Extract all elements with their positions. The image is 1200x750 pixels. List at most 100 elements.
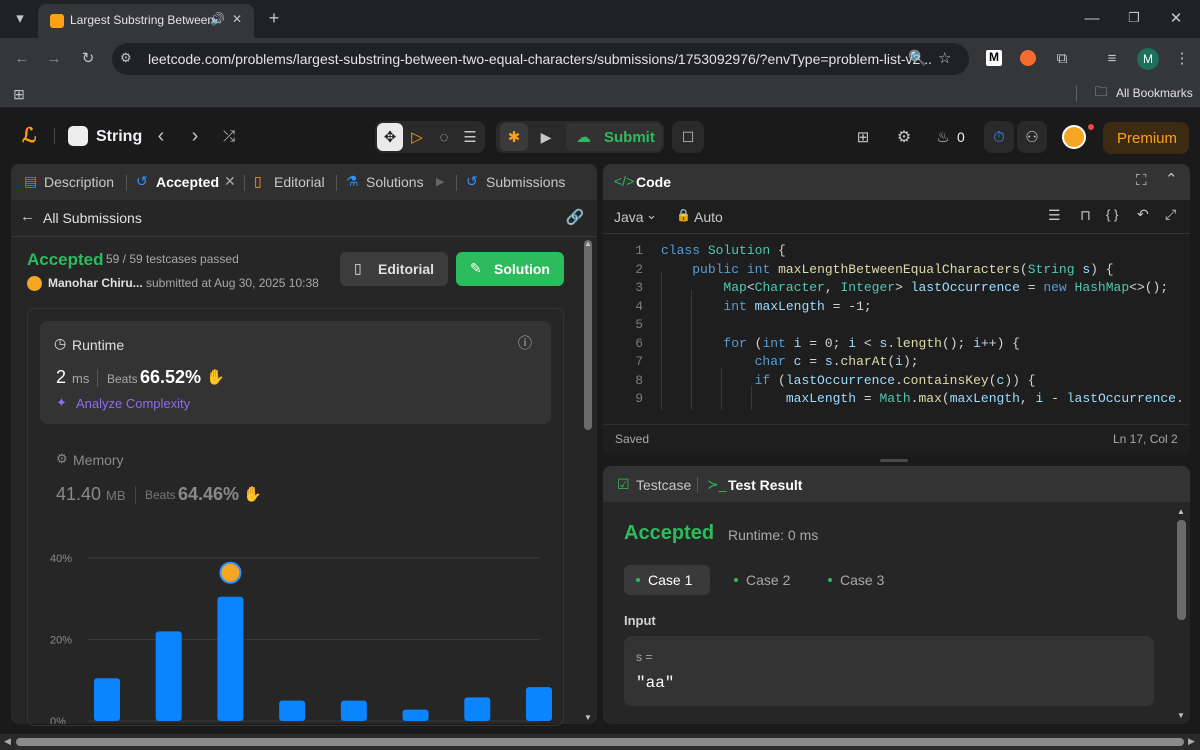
apps-grid-icon[interactable]: ⊞ — [10, 85, 28, 103]
format-icon[interactable]: ☰ — [1048, 207, 1061, 224]
hide-icon[interactable]: ◌ — [434, 125, 454, 149]
scroll-left-icon[interactable]: ◀ — [4, 736, 11, 747]
maximize-icon[interactable]: ❐ — [1124, 8, 1144, 28]
share-link-icon[interactable]: 🔗 — [565, 207, 585, 227]
timer-icon[interactable]: ⏱ — [984, 121, 1014, 153]
indent-guide — [721, 368, 722, 410]
braces-icon[interactable]: { } — [1106, 207, 1118, 222]
notes-icon[interactable]: ☐ — [672, 121, 704, 153]
drag-move-icon[interactable]: ✥ — [377, 123, 403, 151]
chart-bar[interactable] — [94, 678, 120, 721]
close-tab-icon[interactable]: ✕ — [232, 12, 242, 26]
code-editor[interactable]: 1 class Solution {2 public int maxLengthB… — [603, 238, 1190, 410]
scroll-up-icon[interactable]: ▲ — [582, 238, 594, 248]
runtime-card[interactable]: ◷ Runtime ⓘ 2 ms Beats 66.52% ✋ ✦ Analyz… — [40, 321, 551, 424]
input-var-name: s = — [636, 650, 653, 664]
speaker-icon[interactable]: 🔊 — [210, 12, 225, 26]
submitter-name[interactable]: Manohar Chiru... — [48, 276, 143, 290]
save-status: Saved — [615, 432, 650, 446]
solution-button[interactable]: ✎ Solution — [456, 252, 564, 286]
auto-mode[interactable]: Auto — [694, 209, 723, 225]
result-scroll-up-icon[interactable]: ▲ — [1175, 506, 1187, 516]
chart-bar[interactable] — [526, 687, 552, 721]
case-tab-2[interactable]: Case 2 — [722, 565, 802, 595]
debug-icon[interactable]: ✱ — [500, 123, 528, 151]
chart-bar[interactable] — [279, 700, 306, 721]
prev-problem-icon[interactable]: ‹ — [152, 125, 170, 147]
submitter-avatar[interactable] — [27, 276, 42, 291]
scroll-down-icon[interactable]: ▼ — [582, 712, 594, 722]
case-tab-3[interactable]: Case 3 — [816, 565, 896, 595]
zoom-icon[interactable]: 🔍 — [908, 49, 927, 67]
flask-icon: ⚗ — [346, 173, 359, 189]
site-info-icon[interactable]: ⚙ — [120, 50, 132, 66]
language-chevron-down-icon[interactable]: ⌄ — [646, 207, 657, 223]
horizontal-scroll-thumb[interactable] — [16, 738, 1184, 746]
memory-section[interactable]: ⚙ Memory 41.40 MB Beats 64.46% ✋ — [40, 440, 551, 520]
line-number: 9 — [635, 391, 643, 406]
chart-bar[interactable] — [402, 709, 429, 721]
tab-search-icon[interactable]: ▾ — [8, 6, 32, 30]
language-select[interactable]: Java — [614, 209, 644, 225]
browser-tab[interactable]: Largest Substring Between 🔊 ✕ — [38, 4, 254, 38]
user-avatar[interactable] — [1062, 125, 1086, 149]
scroll-right-icon[interactable]: ▶ — [1188, 736, 1195, 747]
run-arrow-icon[interactable]: ▷ — [407, 125, 427, 149]
expand-icon[interactable]: ⤢ — [1165, 206, 1176, 223]
run-icon[interactable]: ▶ — [536, 125, 556, 149]
add-friend-icon[interactable]: ⚇ — [1017, 121, 1047, 153]
chart-bar[interactable] — [155, 631, 182, 721]
left-scrollbar[interactable] — [584, 240, 592, 430]
extension-m-icon[interactable]: M — [986, 50, 1002, 66]
reset-icon[interactable]: ↶ — [1137, 206, 1149, 223]
next-problem-icon[interactable]: › — [186, 125, 204, 147]
fullscreen-icon[interactable]: ⛶ — [1136, 172, 1147, 189]
result-scrollbar[interactable] — [1177, 520, 1186, 620]
chart-y-tick: 40% — [50, 553, 72, 565]
settings-gear-icon[interactable]: ⚙ — [893, 126, 915, 148]
chart-bar[interactable] — [217, 596, 244, 721]
page-horizontal-scrollbar[interactable]: ◀ ▶ — [0, 734, 1200, 750]
new-tab-icon[interactable]: + — [264, 6, 284, 30]
info-icon[interactable]: ⓘ — [518, 333, 532, 353]
streak-count: 0 — [957, 129, 965, 145]
leetcode-logo-icon[interactable]: ℒ — [22, 125, 42, 147]
extension-orange-icon[interactable] — [1020, 50, 1036, 66]
address-bar[interactable]: ⚙ leetcode.com/problems/largest-substrin… — [112, 43, 969, 75]
shuffle-icon[interactable]: ⤮ — [218, 126, 240, 146]
cloud-upload-icon: ☁ — [576, 129, 591, 146]
extensions-icon[interactable]: ⧉ — [1052, 48, 1072, 68]
premium-button[interactable]: Premium — [1103, 122, 1189, 154]
chrome-menu-icon[interactable]: ⋮ — [1172, 48, 1192, 68]
case-label: Case 1 — [648, 572, 693, 588]
problem-list-name[interactable]: String — [96, 128, 142, 146]
submit-button[interactable]: ☁ Submit — [566, 123, 662, 151]
layout-grid-icon[interactable]: ⊞ — [853, 126, 873, 148]
bookmark-star-icon[interactable]: ☆ — [938, 49, 951, 67]
leetcode-favicon-icon — [50, 14, 64, 28]
folder-icon[interactable]: 🗀 — [1092, 84, 1110, 103]
chart-bar[interactable] — [464, 697, 491, 721]
chart-bar[interactable] — [340, 700, 367, 721]
editorial-button[interactable]: ▯ Editorial — [340, 252, 448, 286]
chart-user-avatar-marker[interactable] — [219, 561, 242, 584]
analyze-complexity-link[interactable]: Analyze Complexity — [76, 396, 190, 411]
back-icon[interactable]: ← — [12, 48, 32, 68]
minimize-icon[interactable]: — — [1082, 8, 1102, 28]
settings-sliders-icon[interactable]: ☰ — [460, 125, 480, 149]
panel-resize-handle[interactable] — [880, 459, 908, 462]
bookmark-icon[interactable]: ⊓ — [1080, 207, 1091, 224]
line-number: 6 — [635, 335, 643, 351]
reading-list-icon[interactable]: ≡ — [1102, 48, 1122, 68]
profile-avatar[interactable]: M — [1137, 48, 1159, 70]
streak-flame-icon[interactable]: ♨ — [934, 126, 952, 148]
close-accepted-tab-icon[interactable]: ✕ — [224, 173, 236, 190]
all-bookmarks[interactable]: All Bookmarks — [1116, 86, 1193, 100]
forward-icon[interactable]: → — [44, 48, 64, 68]
code-line: public int maxLengthBetweenEqualCharacte… — [692, 261, 1114, 277]
case-tab-1[interactable]: Case 1 — [624, 565, 710, 595]
collapse-icon[interactable]: ⌃ — [1165, 170, 1178, 188]
result-scroll-down-icon[interactable]: ▼ — [1175, 710, 1187, 720]
close-window-icon[interactable]: ✕ — [1166, 8, 1186, 28]
reload-icon[interactable]: ↻ — [78, 48, 98, 68]
